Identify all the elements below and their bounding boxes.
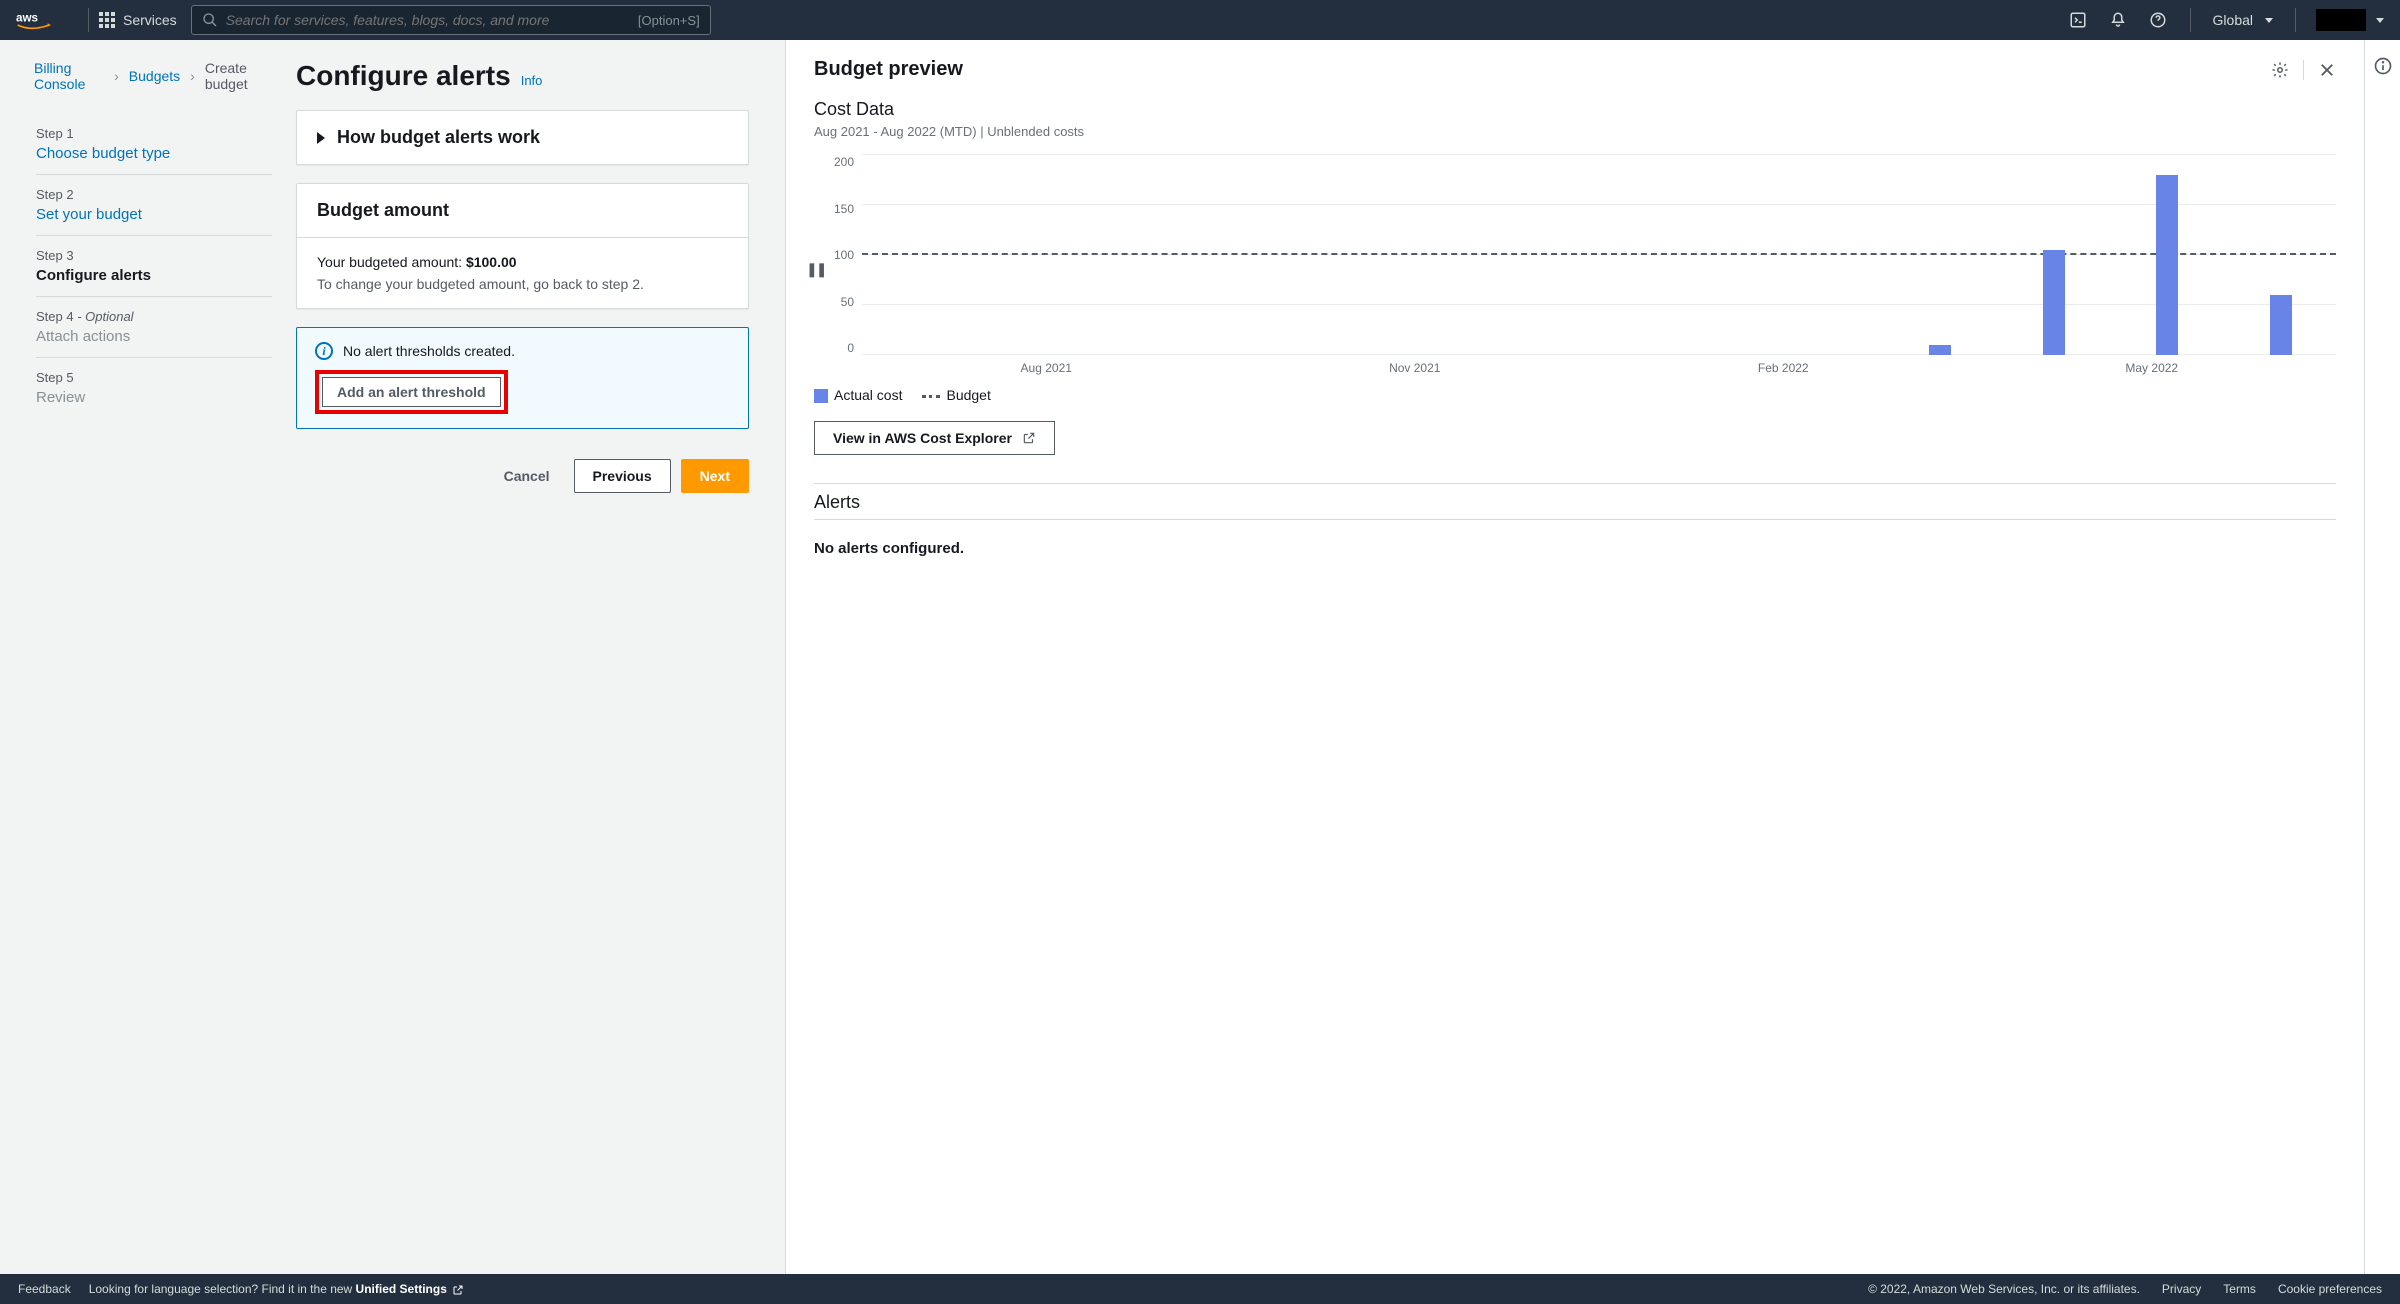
budget-amount-subtext: To change your budgeted amount, go back … [317,276,728,292]
preview-title: Budget preview [814,58,963,81]
step-disabled-attach-actions: Attach actions [36,328,272,345]
search-box[interactable]: [Option+S] [191,5,711,35]
copyright: © 2022, Amazon Web Services, Inc. or its… [1868,1282,2140,1296]
no-alerts-text: No alerts configured. [814,540,2336,557]
legend-actual-label: Actual cost [834,387,902,403]
alerts-heading: Alerts [814,492,2336,513]
how-alerts-work-title: How budget alerts work [337,127,540,148]
footer: Feedback Looking for language selection?… [0,1274,2400,1304]
no-thresholds-text: No alert thresholds created. [343,343,515,359]
step-link-set-budget[interactable]: Set your budget [36,206,272,223]
next-button[interactable]: Next [681,459,749,493]
search-icon [202,12,218,28]
step-4: Step 4 - Optional Attach actions [36,297,272,358]
breadcrumb-budgets[interactable]: Budgets [129,68,180,84]
page-body: Billing Console › Budgets › Create budge… [0,40,2400,1274]
info-link[interactable]: Info [521,73,543,88]
step-2: Step 2 Set your budget [36,175,272,236]
budget-amount-panel: Budget amount Your budgeted amount: $100… [296,183,749,309]
step-5: Step 5 Review [36,358,272,418]
cost-data-title: Cost Data [814,99,2336,120]
breadcrumb-billing[interactable]: Billing Console [34,60,104,92]
topnav-right: Global [2060,2,2384,38]
legend-dash-budget [922,395,940,398]
caret-down-icon [2265,18,2273,23]
expand-how-alerts-work[interactable]: How budget alerts work [297,111,748,164]
close-icon[interactable] [2318,61,2336,79]
top-nav: aws Services [Option+S] Global [0,0,2400,40]
main-content: Configure alerts Info How budget alerts … [296,60,749,1254]
budgeted-value: $100.00 [466,254,517,270]
step-link-choose-type[interactable]: Choose budget type [36,145,272,162]
services-button[interactable]: Services [99,12,177,28]
notifications-icon[interactable] [2100,2,2136,38]
step-label: Step 4 - Optional [36,309,272,324]
region-label: Global [2213,12,2253,28]
breadcrumb: Billing Console › Budgets › Create budge… [34,60,272,92]
step-3: Step 3 Configure alerts [36,236,272,297]
view-cost-explorer-button[interactable]: View in AWS Cost Explorer [814,421,1055,455]
budgeted-label: Your budgeted amount: [317,254,466,270]
step-label: Step 3 [36,248,272,263]
view-cost-explorer-label: View in AWS Cost Explorer [833,430,1012,446]
region-selector[interactable]: Global [2205,12,2281,28]
nav-divider [2295,8,2296,32]
cancel-button[interactable]: Cancel [490,460,564,492]
alerts-section: Alerts No alerts configured. [814,483,2336,557]
feedback-link[interactable]: Feedback [18,1282,71,1296]
cookie-prefs-link[interactable]: Cookie preferences [2278,1282,2382,1296]
info-icon: i [315,342,333,360]
previous-button[interactable]: Previous [574,459,671,493]
chart-collapse-icon[interactable]: ❚❚ [806,261,825,278]
info-panel-toggle[interactable] [2364,40,2400,1274]
step-label: Step 2 [36,187,272,202]
steps-sidebar: Billing Console › Budgets › Create budge… [36,60,296,1254]
page-title: Configure alerts Info [296,60,749,92]
chevron-right-icon: › [114,68,119,84]
cloudshell-icon[interactable] [2060,2,2096,38]
cost-data-meta: Aug 2021 - Aug 2022 (MTD) | Unblended co… [814,124,2336,139]
legend-budget-label: Budget [946,387,990,403]
divider [2303,60,2304,80]
legend-swatch-actual [814,389,828,403]
terms-link[interactable]: Terms [2223,1282,2256,1296]
help-icon[interactable] [2140,2,2176,38]
cost-chart: ❚❚ 200150100500 Aug 2021Nov 2021Feb 2022… [830,155,2336,375]
external-link-icon [1022,431,1036,445]
aws-logo[interactable]: aws [16,10,66,30]
svg-text:aws: aws [16,12,38,25]
form-actions: Cancel Previous Next [296,459,749,493]
step-1: Step 1 Choose budget type [36,114,272,175]
breadcrumb-current: Create budget [205,60,272,92]
nav-divider [88,8,89,32]
caret-down-icon [2376,18,2384,23]
left-column: Billing Console › Budgets › Create budge… [0,40,785,1274]
budget-amount-body: Your budgeted amount: $100.00 To change … [297,238,748,308]
language-hint: Looking for language selection? Find it … [89,1282,465,1296]
chart-legend: Actual cost Budget [814,387,2336,403]
add-alert-threshold-button[interactable]: Add an alert threshold [322,377,501,407]
unified-settings-link[interactable]: Unified Settings [356,1282,465,1296]
search-shortcut: [Option+S] [638,13,700,28]
chevron-right-icon: › [190,68,195,84]
step-label: Step 5 [36,370,272,385]
services-label: Services [123,12,177,28]
search-input[interactable] [226,12,638,28]
gear-icon[interactable] [2271,61,2289,79]
no-thresholds-alert: i No alert thresholds created. Add an al… [296,327,749,429]
privacy-link[interactable]: Privacy [2162,1282,2201,1296]
step-current-configure-alerts: Configure alerts [36,267,272,284]
red-highlight: Add an alert threshold [315,370,508,414]
triangle-right-icon [317,132,325,144]
nav-divider [2190,8,2191,32]
services-grid-icon [99,12,115,28]
step-disabled-review: Review [36,389,272,406]
budget-preview-panel: Budget preview Cost Data Aug 2021 - Aug … [785,40,2364,1274]
account-menu[interactable] [2316,9,2366,31]
step-label: Step 1 [36,126,272,141]
how-alerts-work-panel: How budget alerts work [296,110,749,165]
budget-amount-header: Budget amount [297,184,748,238]
divider [814,519,2336,520]
